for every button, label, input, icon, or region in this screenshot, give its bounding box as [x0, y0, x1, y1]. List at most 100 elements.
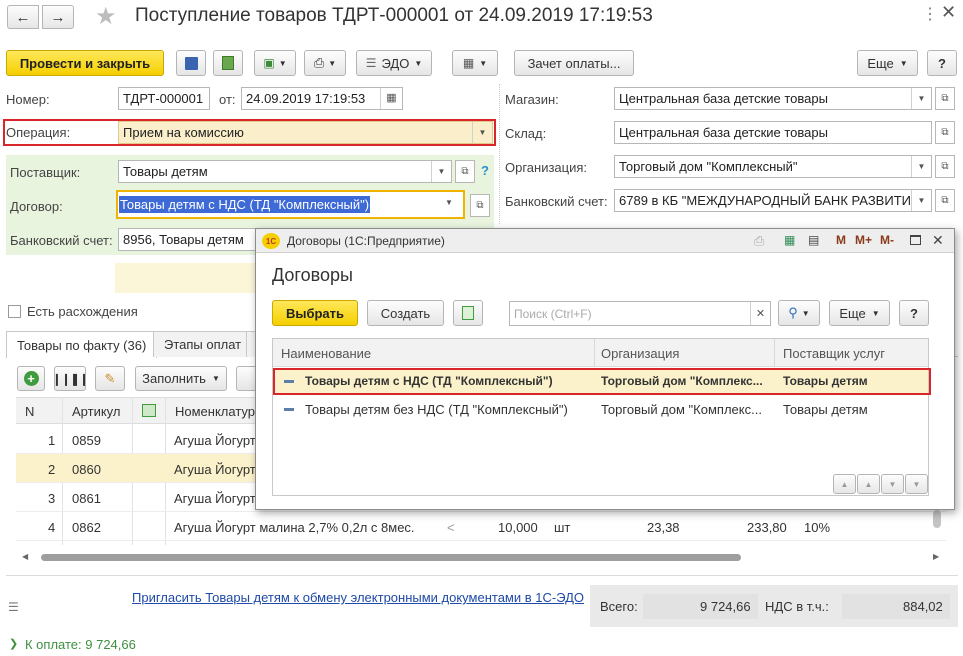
chevron-down-icon[interactable]: ▼ [911, 88, 931, 109]
vertical-scrollbar[interactable] [933, 510, 941, 528]
offset-payment-button[interactable]: Зачет оплаты... [514, 50, 634, 76]
number-field[interactable]: ТДРТ-000001 [118, 87, 210, 110]
bank-account-label: Банковский счет: [10, 233, 113, 248]
clear-search-icon[interactable]: ✕ [750, 302, 770, 325]
dialog-more-button[interactable]: Еще ▼ [829, 300, 890, 326]
chevron-down-icon: ▼ [328, 58, 337, 68]
search-field[interactable]: Поиск (Ctrl+F) ✕ [509, 301, 771, 326]
dialog-close-icon[interactable]: ✕ [932, 232, 944, 249]
back-button[interactable]: ← [7, 5, 39, 29]
scroll-right-icon[interactable]: ▶ [933, 552, 939, 561]
tab-goods-actual[interactable]: Товары по факту (36) [6, 331, 158, 358]
search-icon: ⚲ [788, 305, 798, 320]
chevron-down-icon[interactable]: ▼ [431, 161, 451, 182]
add-row-button[interactable]: + [17, 366, 45, 391]
scroll-first-button[interactable]: ▲ [833, 474, 856, 494]
dialog-help-button[interactable]: ? [899, 300, 929, 326]
chevron-down-icon[interactable]: ▼ [911, 190, 931, 211]
calendar-icon[interactable]: ▦ [380, 88, 402, 109]
horizontal-scrollbar-thumb[interactable] [41, 554, 741, 561]
col-header-article: Артикул [72, 404, 121, 419]
window-title: Поступление товаров ТДРТ-000001 от 24.09… [135, 5, 653, 26]
chevron-down-icon: ▼ [479, 58, 488, 68]
bank-account-field[interactable]: 8956, Товары детям [118, 228, 258, 251]
forward-button[interactable]: → [42, 5, 74, 29]
more-vertical-icon[interactable]: ⋮ [922, 4, 938, 24]
search-button[interactable]: ⚲ ▼ [778, 300, 820, 326]
open-shop-button[interactable]: ⧉ [935, 87, 955, 110]
memory-minus-button[interactable]: M- [880, 233, 894, 247]
org-bank-account-field[interactable]: 6789 в КБ "МЕЖДУНАРОДНЫЙ БАНК РАЗВИТИ ▼ [614, 189, 932, 212]
scroll-up-button[interactable]: ▲ [857, 474, 880, 494]
help-button[interactable]: ? [927, 50, 957, 76]
date-label: от: [219, 92, 236, 107]
invite-edo-link[interactable]: Пригласить Товары детям к обмену электро… [132, 590, 584, 605]
calendar-icon[interactable]: ▤ [808, 233, 819, 247]
save-button[interactable] [176, 50, 206, 76]
org-bank-account-label: Банковский счет: [505, 194, 608, 209]
more-button[interactable]: Еще ▼ [857, 50, 918, 76]
chevron-right-icon[interactable]: ❯ [9, 637, 18, 650]
row-unit: шт [554, 520, 571, 535]
post-document-icon [222, 56, 234, 70]
warehouse-field[interactable]: Центральная база детские товары [614, 121, 932, 144]
supplier-label: Поставщик: [10, 165, 81, 180]
copy-button[interactable] [453, 300, 483, 326]
scroll-left-icon[interactable]: ◀ [22, 552, 28, 561]
open-warehouse-button[interactable]: ⧉ [935, 121, 955, 144]
list-row-name: Товары детям без НДС (ТД "Комплексный") [305, 402, 568, 417]
post-and-close-button[interactable]: Провести и закрыть [6, 50, 164, 76]
scroll-last-button[interactable]: ▼ [905, 474, 928, 494]
close-icon[interactable]: ✕ [941, 2, 956, 23]
calculator-icon[interactable]: ▦ [784, 233, 795, 247]
memory-plus-button[interactable]: M+ [855, 233, 872, 247]
reports-button[interactable]: ▦ ▼ [452, 50, 498, 76]
contract-item-icon [284, 380, 294, 383]
edo-button[interactable]: ☰ ЭДО ▼ [356, 50, 432, 76]
operation-field[interactable]: Прием на комиссию ▼ [118, 121, 493, 144]
open-organization-button[interactable]: ⧉ [935, 155, 955, 178]
scroll-down-button[interactable]: ▼ [881, 474, 904, 494]
list-row-name: Товары детям с НДС (ТД "Комплексный") [305, 374, 553, 388]
create-based-on-button[interactable]: ▣ ▼ [254, 50, 296, 76]
print-button[interactable]: ⎙ ▼ [304, 50, 346, 76]
open-contract-button[interactable]: ⧉ [470, 194, 490, 217]
row-article: 0859 [72, 433, 101, 448]
row-price: 23,38 [647, 520, 680, 535]
col-header-nomenclature: Номенклатура [175, 404, 263, 419]
print-icon[interactable]: ⎙ [754, 233, 764, 249]
edit-button[interactable]: ✎ [95, 366, 125, 391]
fill-button[interactable]: Заполнить ▼ [135, 366, 227, 391]
barcode-button[interactable]: ❙❙❚❙ [52, 366, 89, 391]
dialog-more-label: Еще [839, 305, 866, 321]
post-button[interactable] [213, 50, 243, 76]
warehouse-label: Склад: [505, 126, 547, 141]
tab-payment-stages[interactable]: Этапы оплат [153, 331, 253, 357]
discrepancy-checkbox[interactable] [8, 305, 21, 318]
comment-icon[interactable]: ☰ [8, 600, 19, 614]
chevron-down-icon[interactable]: ▼ [472, 122, 492, 143]
row-n: 3 [48, 491, 56, 506]
date-field[interactable]: 24.09.2019 17:19:53 ▦ [241, 87, 403, 110]
search-placeholder: Поиск (Ctrl+F) [514, 307, 592, 321]
list-row-supplier: Товары детям [783, 374, 868, 388]
contract-field[interactable]: Товары детям с НДС (ТД "Комплексный") [119, 193, 443, 216]
more-label: Еще [867, 55, 894, 71]
create-button[interactable]: Создать [367, 300, 444, 326]
open-supplier-button[interactable]: ⧉ [455, 160, 475, 183]
chevron-down-icon[interactable]: ▼ [445, 198, 453, 207]
to-pay-label: К оплате: 9 724,66 [25, 637, 136, 652]
shop-field[interactable]: Центральная база детские товары ▼ [614, 87, 932, 110]
memory-m-button[interactable]: M [836, 233, 846, 247]
organization-field[interactable]: Торговый дом "Комплексный" ▼ [614, 155, 932, 178]
supplier-field[interactable]: Товары детям ▼ [118, 160, 452, 183]
favorite-star-icon[interactable]: ★ [95, 2, 117, 31]
maximize-icon[interactable] [910, 235, 921, 245]
operation-value: Прием на комиссию [123, 125, 244, 140]
help-q-icon[interactable]: ? [481, 163, 489, 178]
open-org-bank-button[interactable]: ⧉ [935, 189, 955, 212]
select-button[interactable]: Выбрать [272, 300, 358, 326]
chevron-down-icon[interactable]: ▼ [911, 156, 931, 177]
date-value: 24.09.2019 17:19:53 [246, 91, 366, 106]
row-name: Агуша Йогурт [174, 433, 256, 448]
